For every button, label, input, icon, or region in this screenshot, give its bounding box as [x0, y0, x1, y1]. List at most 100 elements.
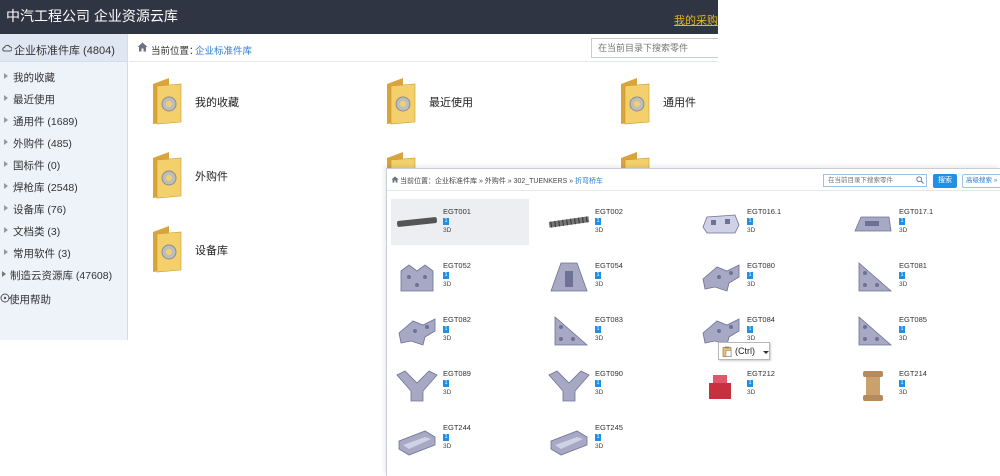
part-code[interactable]: EGT002: [595, 207, 623, 216]
part-code[interactable]: EGT052: [443, 261, 471, 270]
expand-arrow-icon: [4, 183, 8, 189]
sidebar-item-documents[interactable]: 文档类 (3): [0, 220, 127, 242]
part-code[interactable]: EGT054: [595, 261, 623, 270]
part-card[interactable]: EGT052 1 3D: [391, 253, 529, 299]
sidebar-item-label: 制造云资源库 (47608): [10, 270, 113, 282]
user-link[interactable]: 我的采购: [674, 12, 718, 28]
part-code[interactable]: EGT081: [899, 261, 927, 270]
part-card[interactable]: EGT085 1 3D: [847, 307, 985, 353]
folder-purchased-parts[interactable]: 外购件: [149, 150, 299, 206]
part-card[interactable]: EGT017.1 1 3D: [847, 199, 985, 245]
sidebar-item-label: 文档类 (3): [13, 226, 61, 238]
part-type: 3D: [747, 335, 756, 342]
expand-arrow-icon: [4, 95, 8, 101]
part-card[interactable]: EGT083 1 3D: [543, 307, 681, 353]
sidebar-item-label: 企业标准件库 (4804): [14, 45, 115, 57]
search-input[interactable]: [591, 38, 718, 58]
part-card[interactable]: EGT081 1 3D: [847, 253, 985, 299]
part-card[interactable]: EGT244 1 3D: [391, 415, 529, 461]
home-icon: [391, 176, 399, 183]
part-code[interactable]: EGT082: [443, 315, 471, 324]
sidebar-item-recent[interactable]: 最近使用: [0, 88, 127, 110]
part-type: 3D: [747, 281, 756, 288]
part-card[interactable]: EGT090 1 3D: [543, 361, 681, 407]
folder-favorites[interactable]: 我的收藏: [149, 76, 299, 132]
part-type: 3D: [595, 389, 604, 396]
part-type: 3D: [899, 281, 908, 288]
part-code[interactable]: EGT212: [747, 369, 775, 378]
paste-options-popup[interactable]: (Ctrl): [718, 342, 770, 360]
part-code[interactable]: EGT244: [443, 423, 471, 432]
sidebar-item-manufacturing-cloud[interactable]: 制造云资源库 (47608): [0, 264, 127, 286]
sidebar-item-purchased-parts[interactable]: 外购件 (485): [0, 132, 127, 154]
sidebar-item-label: 最近使用: [13, 94, 55, 106]
folder-recent[interactable]: 最近使用: [383, 76, 533, 132]
sidebar-item-weld-gun[interactable]: 焊枪库 (2548): [0, 176, 127, 198]
sidebar-item-software[interactable]: 常用软件 (3): [0, 242, 127, 264]
version-badge: 1: [747, 326, 753, 333]
sidebar-item-label: 我的收藏: [13, 72, 55, 84]
sidebar-item-help[interactable]: 使用帮助: [0, 288, 127, 310]
search-button[interactable]: 搜索: [933, 174, 957, 188]
breadcrumb-link[interactable]: 企业标准件库: [195, 43, 252, 57]
version-badge: 1: [595, 218, 601, 225]
part-code[interactable]: EGT016.1: [747, 207, 781, 216]
part-code[interactable]: EGT017.1: [899, 207, 933, 216]
part-card[interactable]: EGT212 1 3D: [695, 361, 833, 407]
version-badge: 1: [443, 218, 449, 225]
folder-common-parts[interactable]: 通用件: [617, 76, 767, 132]
sidebar-item-common-parts[interactable]: 通用件 (1689): [0, 110, 127, 132]
part-card[interactable]: EGT214 1 3D: [847, 361, 985, 407]
sidebar-item-national-standard[interactable]: 国标件 (0): [0, 154, 127, 176]
part-card[interactable]: EGT080 1 3D: [695, 253, 833, 299]
part-type: 3D: [899, 227, 908, 234]
part-code[interactable]: EGT084: [747, 315, 775, 324]
folder-gear-icon: [387, 78, 416, 125]
bracket-icon: [702, 214, 740, 234]
part-code[interactable]: EGT245: [595, 423, 623, 432]
part-code[interactable]: EGT085: [899, 315, 927, 324]
sidebar-item-favorites[interactable]: 我的收藏: [0, 66, 127, 88]
part-card[interactable]: EGT001 1 3D: [391, 199, 529, 245]
part-code[interactable]: EGT214: [899, 369, 927, 378]
folder-gear-icon: [153, 152, 182, 199]
breadcrumb-path[interactable]: 企业标准件库 » 外购件 » 302_TUENKERS »: [435, 178, 573, 185]
search-icon[interactable]: [916, 176, 924, 184]
home-icon: [137, 42, 148, 52]
advanced-search-button[interactable]: 高级搜索 »: [962, 174, 1000, 188]
version-badge: 1: [899, 326, 905, 333]
app-title: 中汽工程公司 企业资源云库: [6, 8, 178, 24]
version-badge: 1: [595, 380, 601, 387]
sidebar-item-equipment[interactable]: 设备库 (76): [0, 198, 127, 220]
part-code[interactable]: EGT089: [443, 369, 471, 378]
part-code[interactable]: EGT001: [443, 207, 471, 216]
breadcrumb-current[interactable]: 折弯桥车: [575, 178, 603, 185]
sidebar-item-label: 焊枪库 (2548): [13, 182, 78, 194]
part-card[interactable]: EGT054 1 3D: [543, 253, 681, 299]
sidebar-item-label: 国标件 (0): [13, 160, 61, 172]
sidebar-item-enterprise-library[interactable]: 企业标准件库 (4804): [0, 34, 127, 62]
part-code[interactable]: EGT090: [595, 369, 623, 378]
part-card[interactable]: EGT082 1 3D: [391, 307, 529, 353]
parts-panel: 当前位置：企业标准件库 » 外购件 » 302_TUENKERS » 折弯桥车 …: [386, 168, 1000, 476]
part-card[interactable]: EGT002 1 3D: [543, 199, 681, 245]
y-bracket-icon: [548, 370, 590, 402]
part-code[interactable]: EGT080: [747, 261, 775, 270]
breadcrumb-label: 当前位置：: [151, 46, 199, 57]
part-card[interactable]: EGT016.1 1 3D: [695, 199, 833, 245]
part-type: 3D: [595, 335, 604, 342]
part-card[interactable]: EGT245 1 3D: [543, 415, 681, 461]
folder-equipment[interactable]: 设备库: [149, 224, 299, 280]
expand-arrow-icon: [4, 73, 8, 79]
version-badge: 1: [747, 272, 753, 279]
chevron-down-icon: [763, 351, 769, 354]
title-bar: 中汽工程公司 企业资源云库 我的采购: [0, 0, 718, 34]
folder-label: 外购件: [195, 171, 228, 183]
version-badge: 1: [443, 272, 449, 279]
part-code[interactable]: EGT083: [595, 315, 623, 324]
expand-arrow-icon: [4, 117, 8, 123]
version-badge: 1: [747, 218, 753, 225]
version-badge: 1: [747, 380, 753, 387]
part-card[interactable]: EGT089 1 3D: [391, 361, 529, 407]
panel-search-input[interactable]: [823, 174, 927, 187]
